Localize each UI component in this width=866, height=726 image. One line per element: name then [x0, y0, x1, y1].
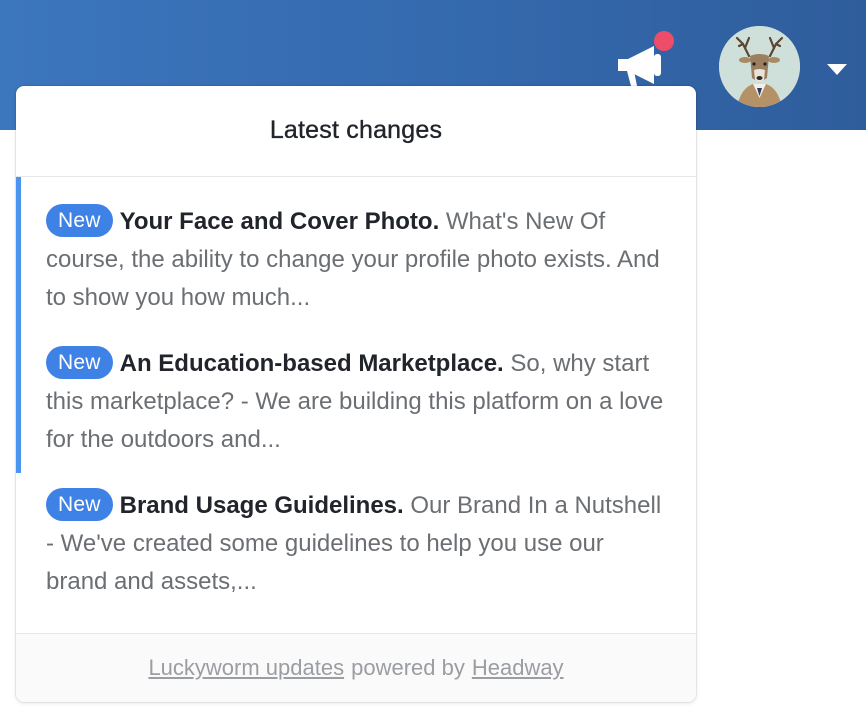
changelog-entry[interactable]: New Brand Usage Guidelines. Our Brand In …: [16, 487, 696, 601]
changelog-list: New Your Face and Cover Photo. What's New…: [16, 177, 696, 601]
changelog-entry[interactable]: New Your Face and Cover Photo. What's New…: [16, 177, 696, 345]
panel-footer: Luckyworm updates powered by Headway: [16, 633, 696, 702]
caret-down-icon[interactable]: [827, 64, 847, 75]
user-avatar[interactable]: [719, 26, 800, 107]
powered-by-text: powered by: [351, 655, 465, 680]
new-badge: New: [46, 488, 113, 521]
entry-title: Brand Usage Guidelines.: [119, 492, 404, 519]
entry-title: An Education-based Marketplace.: [119, 350, 504, 377]
announcements-button[interactable]: [614, 44, 666, 88]
luckyworm-updates-link[interactable]: Luckyworm updates: [148, 655, 344, 681]
deer-avatar-icon: [719, 26, 800, 107]
megaphone-icon: [618, 46, 661, 86]
new-badge: New: [46, 346, 113, 379]
panel-header: Latest changes: [16, 86, 696, 177]
headway-link[interactable]: Headway: [472, 655, 564, 681]
new-badge: New: [46, 204, 113, 237]
notification-dot: [654, 31, 674, 51]
page: Latest changes New Your Face and Cover Ph…: [0, 0, 866, 726]
entry-title: Your Face and Cover Photo.: [119, 208, 440, 235]
latest-changes-panel: Latest changes New Your Face and Cover Ph…: [16, 86, 696, 702]
changelog-entry[interactable]: New An Education-based Marketplace. So, w…: [16, 317, 696, 473]
panel-title: Latest changes: [269, 116, 443, 144]
